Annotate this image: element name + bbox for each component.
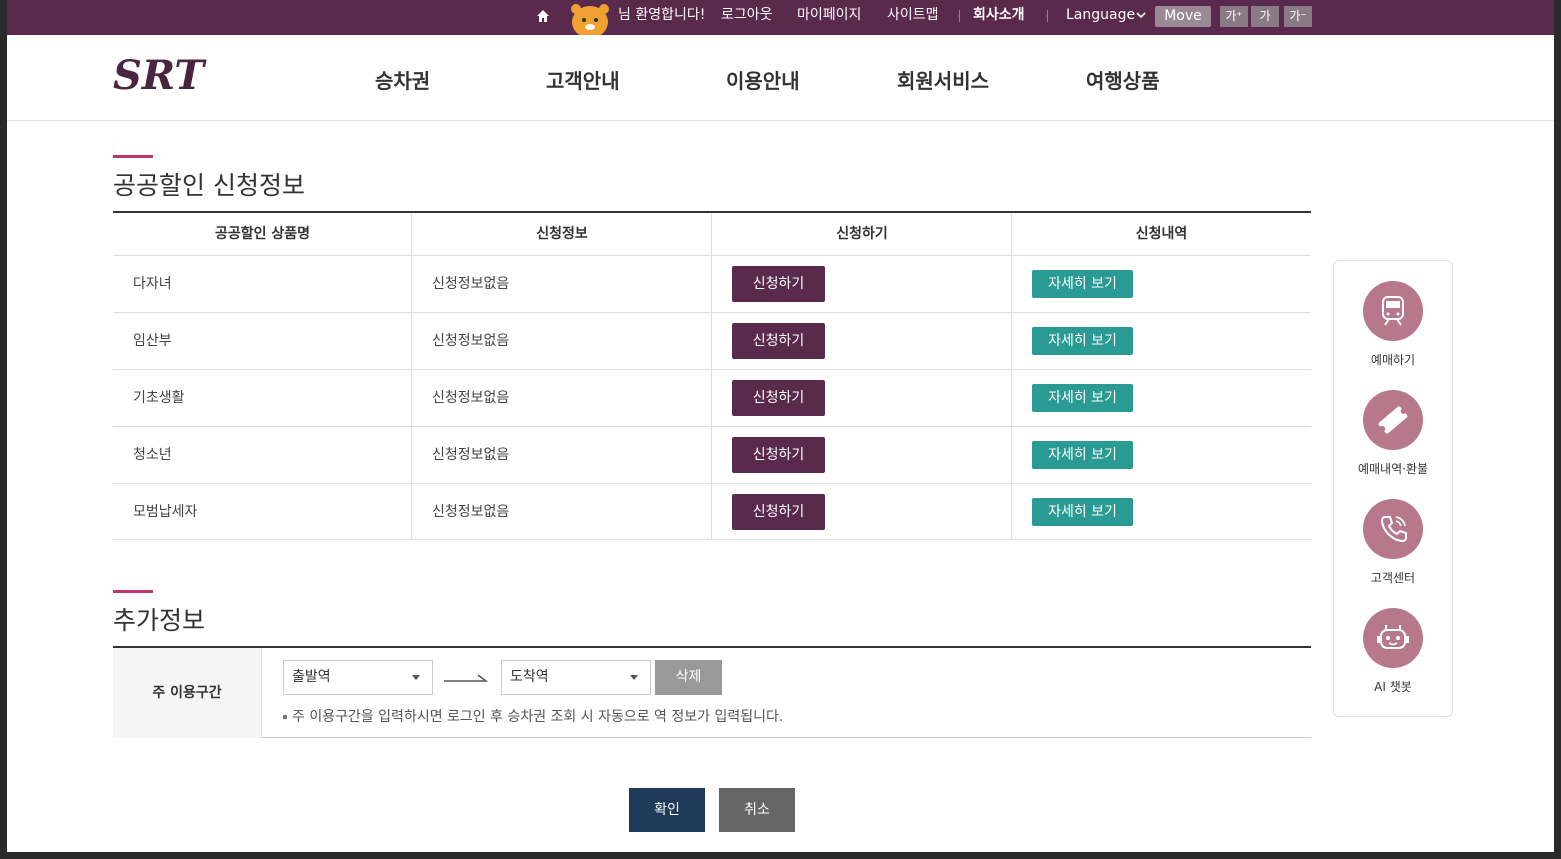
nav-ticket[interactable]: 승차권 (375, 65, 430, 94)
section-title-discount: 공공할인 신청정보 (113, 171, 305, 200)
departure-select[interactable]: 출발역 (283, 660, 433, 695)
quick-item-label: 예매내역·환불 (1357, 462, 1429, 476)
divider (959, 10, 960, 22)
apply-info: 신청정보없음 (432, 276, 510, 292)
apply-info: 신청정보없음 (432, 504, 510, 520)
language-select[interactable]: Language (1066, 0, 1135, 31)
route-note-text: 주 이용구간을 입력하시면 로그인 후 승차권 조회 시 자동으로 역 정보가 … (292, 709, 784, 725)
quick-item-label: 고객센터 (1370, 571, 1416, 585)
main-route-label: 주 이용구간 (113, 648, 262, 738)
product-name: 기초생활 (133, 390, 185, 406)
welcome-text: 님 환영합니다! (618, 7, 706, 23)
caret-down-icon (412, 675, 420, 680)
quick-menu: 예매하기 예매내역·환불 고객센터 AI 챗봇 (1333, 260, 1453, 717)
discount-table: 공공할인 상품명 신청정보 신청하기 신청내역 다자녀 신청정보없음 신청하기 … (113, 211, 1311, 540)
font-size-normal-button[interactable]: 가 (1251, 6, 1279, 27)
company-link[interactable]: 회사소개 (973, 0, 1025, 31)
sitemap-link[interactable]: 사이트맵 (887, 0, 939, 31)
confirm-button[interactable]: 확인 (629, 788, 705, 832)
quick-item-label: AI 챗봇 (1374, 680, 1412, 694)
view-detail-button[interactable]: 자세히 보기 (1032, 384, 1133, 412)
bullet-icon (283, 715, 287, 719)
nav-usage-guide[interactable]: 이용안내 (726, 65, 800, 94)
ticket-icon (1363, 390, 1423, 450)
top-utility-bar: 님 환영합니다! 로그아웃 마이페이지 사이트맵 회사소개 Language M… (7, 0, 1554, 35)
extra-info-table: 주 이용구간 출발역 도착역 삭제 주 이용구간을 입력하시면 로그인 후 승차… (113, 646, 1311, 738)
caret-down-icon (630, 675, 638, 680)
apply-button[interactable]: 신청하기 (732, 323, 825, 359)
robot-icon (1363, 608, 1423, 668)
apply-info: 신청정보없음 (432, 333, 510, 349)
svg-text:SRT: SRT (113, 55, 207, 95)
column-header: 신청하기 (836, 226, 888, 242)
move-button[interactable]: Move (1155, 6, 1211, 27)
arrival-select-value: 도착역 (510, 669, 549, 685)
arrival-select[interactable]: 도착역 (501, 660, 651, 695)
train-icon (1363, 281, 1423, 341)
font-size-up-button[interactable]: 가⁺ (1220, 6, 1248, 27)
table-row: 모범납세자 신청정보없음 신청하기 자세히 보기 (113, 483, 1311, 540)
table-row: 기초생활 신청정보없음 신청하기 자세히 보기 (113, 369, 1311, 426)
srt-logo[interactable]: SRT (111, 55, 226, 95)
quick-item-refund[interactable]: 예매내역·환불 (1334, 390, 1452, 480)
phone-icon (1363, 499, 1423, 559)
quick-item-ai-chatbot[interactable]: AI 챗봇 (1334, 608, 1452, 698)
view-detail-button[interactable]: 자세히 보기 (1032, 498, 1133, 526)
route-note: 주 이용구간을 입력하시면 로그인 후 승차권 조회 시 자동으로 역 정보가 … (283, 706, 783, 726)
section-accent-bar (113, 590, 153, 593)
product-name: 다자녀 (133, 276, 172, 292)
chevron-down-icon (1136, 12, 1146, 19)
departure-select-value: 출발역 (292, 669, 331, 685)
apply-button[interactable]: 신청하기 (732, 494, 825, 530)
mypage-link[interactable]: 마이페이지 (797, 0, 861, 31)
arrow-right-icon (444, 674, 488, 682)
home-icon[interactable] (536, 9, 550, 23)
nav-customer-guide[interactable]: 고객안내 (546, 65, 620, 94)
view-detail-button[interactable]: 자세히 보기 (1032, 270, 1133, 298)
apply-info: 신청정보없음 (432, 390, 510, 406)
column-header: 신청정보 (536, 226, 588, 242)
view-detail-button[interactable]: 자세히 보기 (1032, 327, 1133, 355)
font-size-down-button[interactable]: 가⁻ (1284, 6, 1312, 27)
page-frame: 님 환영합니다! 로그아웃 마이페이지 사이트맵 회사소개 Language M… (7, 0, 1554, 852)
quick-item-reservation[interactable]: 예매하기 (1334, 281, 1452, 371)
table-row: 다자녀 신청정보없음 신청하기 자세히 보기 (113, 255, 1311, 312)
column-header: 공공할인 상품명 (214, 226, 311, 242)
nav-travel-products[interactable]: 여행상품 (1086, 65, 1160, 94)
apply-button[interactable]: 신청하기 (732, 266, 825, 302)
product-name: 모범납세자 (133, 504, 198, 520)
table-row: 청소년 신청정보없음 신청하기 자세히 보기 (113, 426, 1311, 483)
divider (1047, 10, 1048, 22)
apply-info: 신청정보없음 (432, 447, 510, 463)
section-accent-bar (113, 155, 153, 158)
quick-item-label: 예매하기 (1370, 353, 1416, 367)
column-header: 신청내역 (1135, 226, 1188, 242)
nav-member-service[interactable]: 회원서비스 (897, 65, 989, 94)
view-detail-button[interactable]: 자세히 보기 (1032, 441, 1133, 469)
logout-link[interactable]: 로그아웃 (721, 0, 773, 31)
apply-button[interactable]: 신청하기 (732, 380, 825, 416)
table-row: 임산부 신청정보없음 신청하기 자세히 보기 (113, 312, 1311, 369)
product-name: 청소년 (133, 447, 172, 463)
section-title-extra: 추가정보 (113, 606, 206, 635)
product-name: 임산부 (133, 333, 172, 349)
apply-button[interactable]: 신청하기 (732, 437, 825, 473)
quick-item-customer-center[interactable]: 고객센터 (1334, 499, 1452, 589)
delete-button[interactable]: 삭제 (655, 660, 722, 695)
cancel-button[interactable]: 취소 (719, 788, 795, 832)
site-header: SRT 승차권 고객안내 이용안내 회원서비스 여행상품 (7, 35, 1554, 121)
